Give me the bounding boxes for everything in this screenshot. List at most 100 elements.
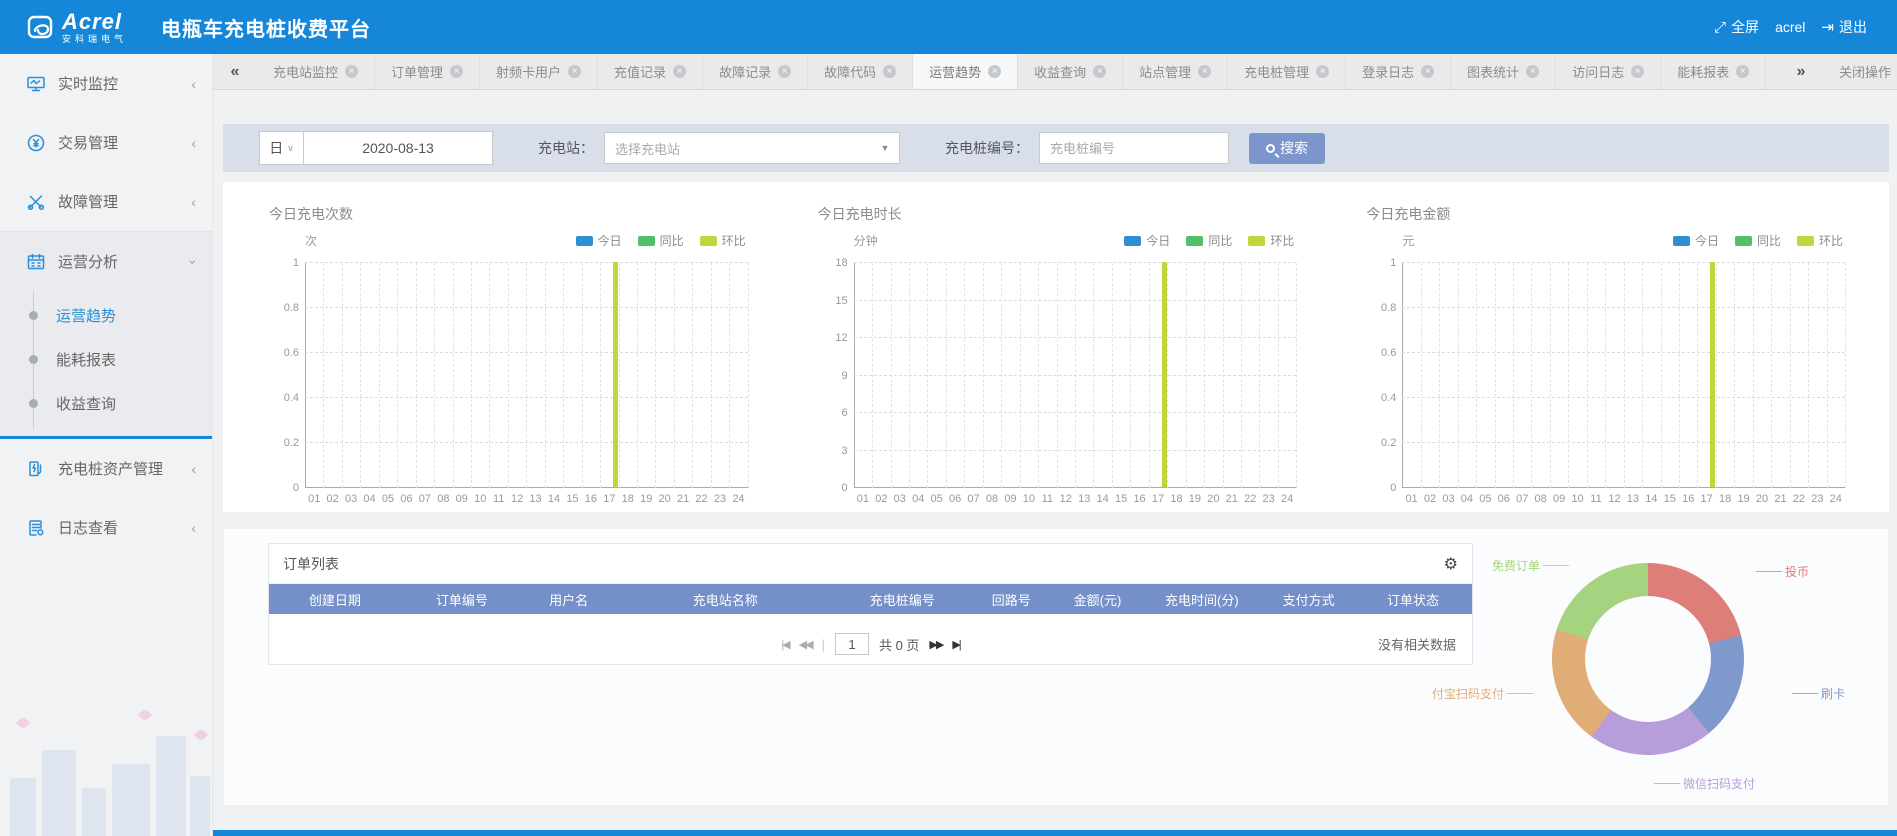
tab-站点管理[interactable]: 站点管理× — [1123, 54, 1228, 89]
tab-close-icon[interactable]: × — [778, 65, 791, 78]
last-page-icon[interactable]: ▶| — [952, 638, 959, 651]
tab-label: 射频卡用户 — [496, 62, 561, 81]
gridline-vertical — [545, 263, 546, 488]
logout-button[interactable]: ⇥ 退出 — [1821, 17, 1867, 37]
bar-环比[interactable] — [613, 262, 618, 487]
legend-item-环比[interactable]: 环比 — [700, 232, 746, 249]
tab-射频卡用户[interactable]: 射频卡用户 × — [480, 54, 598, 89]
sidebar-item-operation-trend[interactable]: 运营趋势 — [0, 293, 212, 337]
legend-label: 同比 — [1757, 232, 1781, 249]
prev-page-icon[interactable]: ◀◀ — [799, 638, 812, 651]
x-tick-label: 20 — [1207, 493, 1219, 505]
page-number-input[interactable] — [835, 633, 869, 655]
tab-订单管理[interactable]: 订单管理× — [375, 54, 480, 89]
pile-number-input[interactable] — [1039, 132, 1229, 164]
gridline-vertical — [1259, 263, 1260, 488]
y-tick-label: 0.6 — [1366, 347, 1396, 359]
column-header-用户名: 用户名 — [523, 590, 614, 609]
tab-close-icon[interactable]: × — [1631, 65, 1644, 78]
tab-登录日志[interactable]: 登录日志× — [1346, 54, 1451, 89]
x-tick-label: 24 — [1281, 493, 1293, 505]
y-tick-label: 9 — [818, 370, 848, 382]
tab-能耗报表[interactable]: 能耗报表× — [1661, 54, 1766, 89]
tab-close-icon[interactable]: × — [673, 65, 686, 78]
legend-item-环比[interactable]: 环比 — [1248, 232, 1294, 249]
tab-close-icon[interactable]: × — [1316, 65, 1329, 78]
period-select[interactable]: 日 ∨ — [260, 132, 304, 164]
y-tick-label: 0 — [269, 482, 299, 494]
tab-close-icon[interactable]: × — [1198, 65, 1211, 78]
x-tick-label: 17 — [1152, 493, 1164, 505]
gridline-vertical — [927, 263, 928, 488]
tab-运营趋势[interactable]: 运营趋势 × — [913, 54, 1018, 89]
bar-环比[interactable] — [1710, 262, 1715, 487]
sidebar-item-realtime-monitor[interactable]: 实时监控 ‹ — [0, 54, 212, 113]
tab-close-icon[interactable]: × — [345, 65, 358, 78]
sidebar-item-revenue-query[interactable]: 收益查询 — [0, 381, 212, 425]
x-tick-label: 06 — [400, 493, 412, 505]
sidebar-item-energy-report[interactable]: 能耗报表 — [0, 337, 212, 381]
bar-环比[interactable] — [1162, 262, 1167, 487]
y-tick-label: 0 — [1366, 482, 1396, 494]
station-select[interactable]: 选择充电站 ▼ — [604, 132, 900, 164]
y-tick-label: 6 — [818, 407, 848, 419]
gridline-vertical — [1038, 263, 1039, 488]
first-page-icon[interactable]: |◀ — [781, 638, 788, 651]
tab-close-icon[interactable]: × — [1421, 65, 1434, 78]
tab-访问日志[interactable]: 访问日志× — [1556, 54, 1661, 89]
sidebar-item-pile-assets[interactable]: 充电桩资产管理 ‹ — [0, 439, 212, 498]
column-header-订单编号: 订单编号 — [401, 590, 524, 609]
y-tick-label: 0.8 — [269, 302, 299, 314]
tab-close-icon[interactable]: × — [988, 65, 1001, 78]
date-input[interactable] — [304, 132, 492, 164]
tab-充电桩管理[interactable]: 充电桩管理× — [1228, 54, 1346, 89]
legend-item-今日[interactable]: 今日 — [1673, 232, 1719, 249]
y-tick-label: 0.8 — [1366, 302, 1396, 314]
legend-item-今日[interactable]: 今日 — [576, 232, 622, 249]
tab-充电站监控[interactable]: 充电站监控× — [257, 54, 375, 89]
search-button[interactable]: 搜索 — [1249, 133, 1325, 164]
legend-item-同比[interactable]: 同比 — [1735, 232, 1781, 249]
sidebar-item-faults[interactable]: 故障管理 ‹ — [0, 172, 212, 231]
fullscreen-button[interactable]: ⤢ 全屏 — [1714, 17, 1759, 37]
tab-close-icon[interactable]: × — [450, 65, 463, 78]
x-tick-label: 15 — [1115, 493, 1127, 505]
x-tick-label: 09 — [456, 493, 468, 505]
sidebar-item-operation-analysis[interactable]: 运营分析 › — [0, 232, 212, 291]
tab-close-icon[interactable]: × — [1736, 65, 1749, 78]
legend-item-同比[interactable]: 同比 — [638, 232, 684, 249]
next-page-icon[interactable]: ▶▶ — [929, 638, 942, 651]
tab-收益查询[interactable]: 收益查询× — [1018, 54, 1123, 89]
gridline-vertical — [1057, 263, 1058, 488]
tab-故障代码[interactable]: 故障代码× — [808, 54, 913, 89]
tab-故障记录[interactable]: 故障记录× — [703, 54, 808, 89]
sidebar-item-transactions[interactable]: 交易管理 ‹ — [0, 113, 212, 172]
gridline-vertical — [964, 263, 965, 488]
main-area: « 充电站监控×订单管理×射频卡用户×充值记录×故障记录×故障代码×运营趋势×收… — [213, 54, 1897, 836]
gridline-vertical — [1771, 263, 1772, 488]
username[interactable]: acrel — [1775, 19, 1805, 35]
x-tick-label: 02 — [327, 493, 339, 505]
legend-item-同比[interactable]: 同比 — [1186, 232, 1232, 249]
tab-label: 运营趋势 — [929, 62, 981, 81]
gridline-vertical — [1149, 263, 1150, 488]
legend-swatch — [1797, 236, 1814, 246]
tab-close-icon[interactable]: × — [568, 65, 581, 78]
chart-subheader: 次今日同比环比 — [269, 232, 752, 249]
tab-close-icon[interactable]: × — [883, 65, 896, 78]
sidebar-item-log-view[interactable]: 日志查看 ‹ — [0, 498, 212, 557]
close-operations-menu[interactable]: 关闭操作 — [1823, 54, 1897, 89]
legend-label: 环比 — [1270, 232, 1294, 249]
tabs-scroll-left-button[interactable]: « — [213, 54, 257, 89]
gridline-vertical — [891, 263, 892, 488]
horizontal-scrollbar[interactable] — [213, 830, 1897, 836]
legend-item-今日[interactable]: 今日 — [1124, 232, 1170, 249]
tab-close-icon[interactable]: × — [1526, 65, 1539, 78]
tab-图表统计[interactable]: 图表统计× — [1451, 54, 1556, 89]
tab-充值记录[interactable]: 充值记录× — [598, 54, 703, 89]
bullet-icon — [29, 355, 38, 364]
legend-item-环比[interactable]: 环比 — [1797, 232, 1843, 249]
tab-close-icon[interactable]: × — [1093, 65, 1106, 78]
x-tick-label: 14 — [1097, 493, 1109, 505]
tabs-scroll-right-button[interactable]: » — [1779, 54, 1823, 89]
